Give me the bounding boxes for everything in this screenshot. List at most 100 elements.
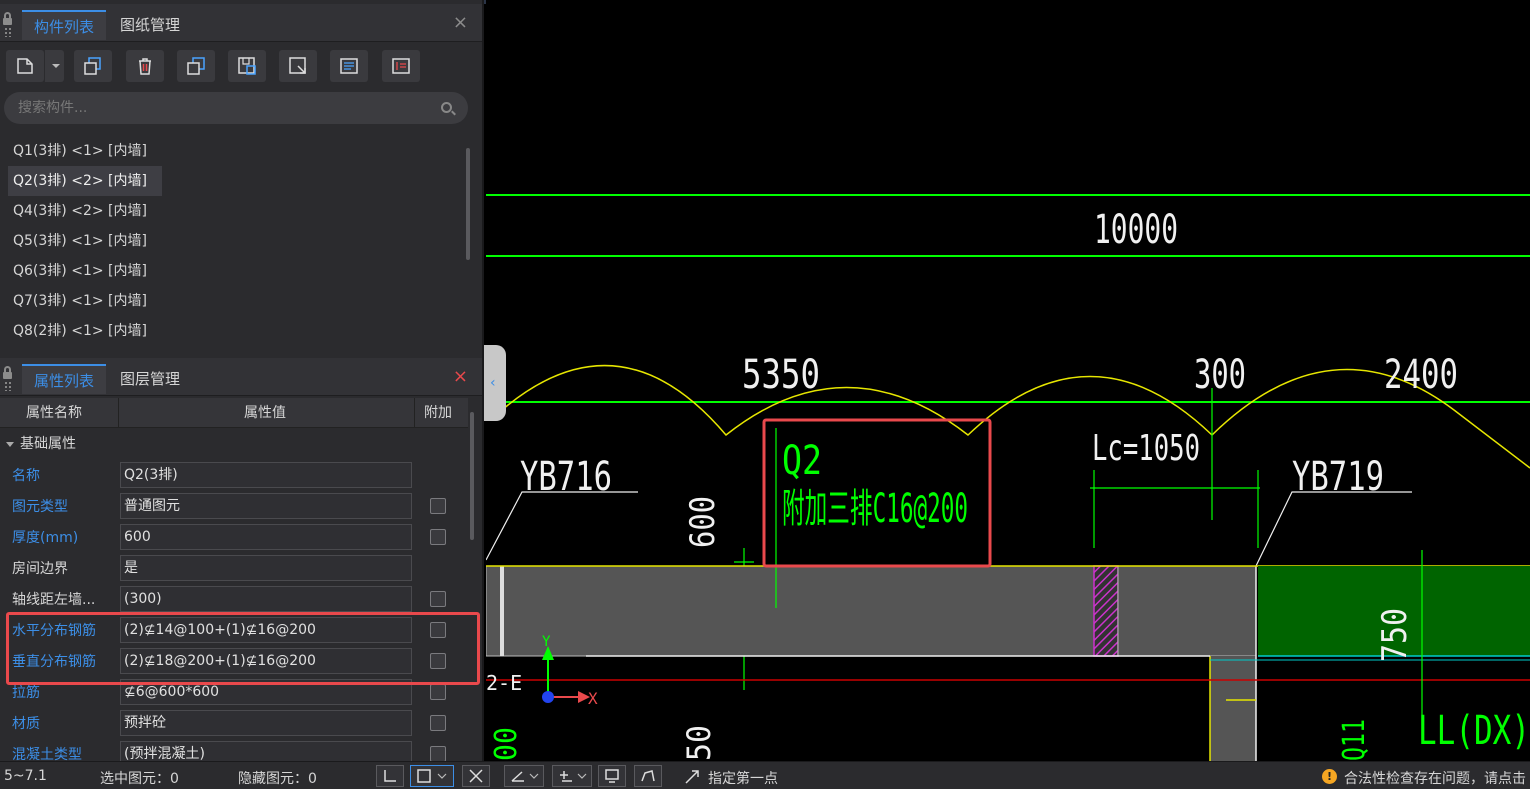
trash-icon bbox=[139, 58, 151, 75]
tab-component-list[interactable]: 构件列表 bbox=[22, 10, 107, 40]
property-value-field[interactable]: 是 bbox=[120, 555, 412, 581]
property-table-header: 属性名称 属性值 附加 bbox=[0, 398, 468, 428]
status-bar: 5~7.1 选中图元：0 隐藏图元：0 指定第一点 ! 合法性检查存在问题，请点… bbox=[0, 761, 1530, 789]
property-value-field[interactable]: (300) bbox=[120, 586, 412, 612]
lock-icon[interactable] bbox=[2, 366, 14, 392]
close-icon[interactable]: × bbox=[453, 366, 468, 387]
expand-icon bbox=[685, 770, 699, 784]
cross-select-button[interactable] bbox=[462, 765, 490, 787]
dimension-5350: 5350 bbox=[742, 352, 820, 398]
component-list: Q1(3排) <1> [内墙] Q2(3排) <2> [内墙] Q4(3排) <… bbox=[8, 136, 464, 346]
property-label: 房间边界 bbox=[12, 561, 68, 577]
export-icon bbox=[289, 57, 306, 74]
property-value-field[interactable]: 预拌砼 bbox=[120, 710, 412, 736]
property-label: 轴线距左墙... bbox=[12, 592, 96, 608]
delete-component-button[interactable] bbox=[126, 50, 164, 82]
property-value-field[interactable]: 普通图元 bbox=[120, 493, 412, 519]
property-list-scrollbar[interactable] bbox=[470, 412, 474, 540]
angle-snap-button[interactable] bbox=[504, 765, 544, 787]
tab-drawing-management[interactable]: 图纸管理 bbox=[108, 10, 192, 40]
dimension-300: 300 bbox=[1194, 352, 1246, 398]
property-checkbox[interactable] bbox=[430, 746, 446, 761]
component-list-scrollbar[interactable] bbox=[466, 148, 470, 260]
chevron-down-icon bbox=[6, 441, 14, 451]
column-header-name: 属性名称 bbox=[26, 405, 82, 421]
property-label: 材质 bbox=[12, 716, 40, 732]
offset-button[interactable] bbox=[552, 765, 592, 787]
copy-component-button[interactable] bbox=[74, 50, 112, 82]
component-panel-header: 构件列表 图纸管理 × bbox=[0, 4, 482, 42]
copy-icon bbox=[84, 57, 101, 75]
property-checkbox[interactable] bbox=[430, 529, 446, 545]
new-file-icon bbox=[17, 58, 33, 74]
ortho-icon bbox=[384, 770, 396, 782]
property-row-concrete-type: 混凝土类型 (预拌混凝土) bbox=[0, 739, 468, 761]
collapse-panel-handle[interactable]: ‹ bbox=[484, 345, 506, 421]
label-rebar-note: 附加三排C16@200 bbox=[782, 486, 968, 532]
drawing-canvas[interactable]: 10000 5350 300 2400 YB716 YB719 Lc=1050 … bbox=[486, 0, 1530, 761]
property-label: 拉筋 bbox=[12, 685, 40, 701]
snap-square-icon bbox=[417, 769, 447, 783]
dimension-10000: 10000 bbox=[1094, 207, 1178, 253]
polyline-button[interactable] bbox=[634, 765, 662, 787]
cad-drawing: 10000 5350 300 2400 YB716 YB719 Lc=1050 … bbox=[486, 194, 1530, 761]
hatched-column bbox=[1093, 565, 1119, 657]
list-item[interactable]: Q1(3排) <1> [内墙] bbox=[8, 136, 162, 166]
property-label: 厚度(mm) bbox=[12, 530, 79, 546]
new-component-dropdown[interactable] bbox=[44, 50, 64, 82]
dimension-600: 600 bbox=[683, 496, 723, 548]
list-item[interactable]: Q2(3排) <2> [内墙] bbox=[8, 166, 162, 196]
property-row-axis-offset: 轴线距左墙... (300) bbox=[0, 584, 468, 615]
list-item[interactable]: Q7(3排) <1> [内墙] bbox=[8, 286, 162, 316]
display-button[interactable] bbox=[598, 765, 626, 787]
property-checkbox[interactable] bbox=[430, 684, 446, 700]
property-label: 混凝土类型 bbox=[12, 747, 82, 761]
snap-mode-button[interactable] bbox=[410, 765, 454, 787]
status-warning[interactable]: 合法性检查存在问题，请点击 bbox=[1344, 768, 1526, 788]
table-icon bbox=[392, 58, 410, 74]
cross-icon bbox=[469, 769, 483, 783]
column-header-value: 属性值 bbox=[244, 405, 286, 421]
property-checkbox[interactable] bbox=[430, 715, 446, 731]
warning-icon[interactable]: ! bbox=[1322, 769, 1337, 784]
component-search bbox=[4, 92, 468, 124]
property-value-field[interactable]: (预拌混凝土) bbox=[120, 741, 412, 761]
component-search-input[interactable] bbox=[18, 98, 418, 118]
column-divider bbox=[118, 398, 119, 428]
list-item[interactable]: Q6(3排) <1> [内墙] bbox=[8, 256, 162, 286]
wall-edge bbox=[500, 566, 504, 656]
close-icon[interactable]: × bbox=[453, 12, 468, 33]
property-label: 名称 bbox=[12, 468, 40, 484]
list-item[interactable]: Q5(3排) <1> [内墙] bbox=[8, 226, 162, 256]
property-group-basic[interactable]: 基础属性 bbox=[0, 429, 468, 459]
polyline-icon bbox=[641, 770, 655, 782]
ortho-mode-button[interactable] bbox=[376, 765, 404, 787]
list-view-button[interactable] bbox=[330, 50, 368, 82]
filter-button[interactable] bbox=[382, 50, 420, 82]
new-component-button[interactable] bbox=[6, 50, 44, 82]
dimension-750: 750 bbox=[1375, 608, 1415, 662]
list-icon bbox=[340, 58, 358, 74]
axis-origin bbox=[542, 691, 554, 703]
layers-icon bbox=[187, 57, 205, 75]
property-value-field[interactable]: 600 bbox=[120, 524, 412, 550]
chevron-left-icon: ‹ bbox=[490, 375, 496, 391]
import-component-button[interactable] bbox=[228, 50, 266, 82]
left-panel: 构件列表 图纸管理 × 搜索构件... Q1(3排) <1> [内墙] Q2(3… bbox=[0, 0, 484, 761]
label-q11: Q11 bbox=[1337, 719, 1372, 761]
property-checkbox[interactable] bbox=[430, 591, 446, 607]
search-icon[interactable] bbox=[441, 102, 452, 113]
list-item[interactable]: Q8(2排) <1> [内墙] bbox=[8, 316, 162, 346]
axis-y-label: Y bbox=[542, 634, 551, 650]
property-value-field[interactable]: Q2(3排) bbox=[120, 462, 412, 488]
property-checkbox[interactable] bbox=[430, 498, 446, 514]
copy-to-floor-button[interactable] bbox=[177, 50, 215, 82]
dimension-2400: 2400 bbox=[1384, 352, 1458, 398]
list-item[interactable]: Q4(3排) <2> [内墙] bbox=[8, 196, 162, 226]
tab-property-list[interactable]: 属性列表 bbox=[22, 364, 107, 394]
tab-layer-management[interactable]: 图层管理 bbox=[108, 364, 192, 394]
lock-icon[interactable] bbox=[2, 12, 14, 38]
export-component-button[interactable] bbox=[279, 50, 317, 82]
property-row-room-boundary: 房间边界 是 bbox=[0, 553, 468, 584]
angle-icon bbox=[511, 771, 539, 782]
